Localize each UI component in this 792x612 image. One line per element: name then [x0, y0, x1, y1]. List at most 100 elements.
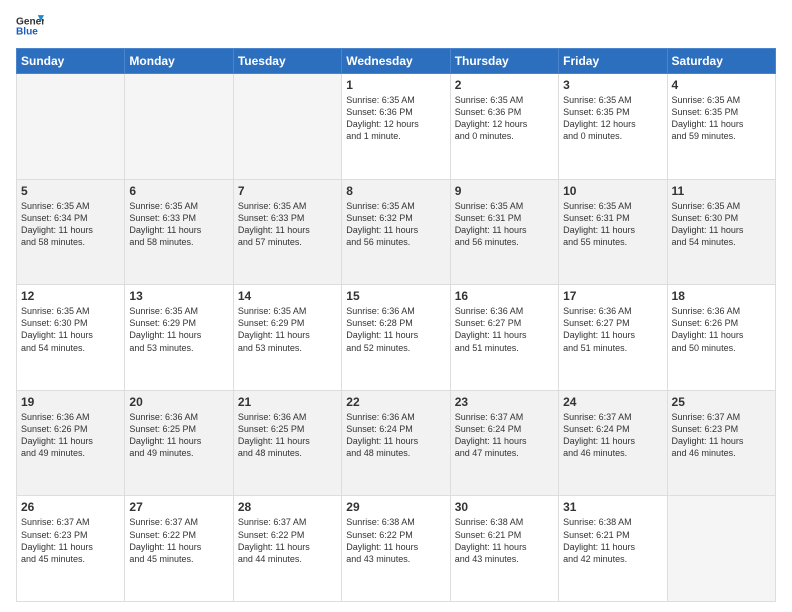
- day-info: Sunrise: 6:35 AM Sunset: 6:35 PM Dayligh…: [563, 94, 662, 143]
- day-number: 4: [672, 78, 771, 92]
- day-number: 27: [129, 500, 228, 514]
- day-number: 7: [238, 184, 337, 198]
- calendar-cell: [233, 74, 341, 180]
- day-number: 2: [455, 78, 554, 92]
- day-number: 25: [672, 395, 771, 409]
- weekday-header-sunday: Sunday: [17, 49, 125, 74]
- calendar-cell: 28Sunrise: 6:37 AM Sunset: 6:22 PM Dayli…: [233, 496, 341, 602]
- calendar-cell: 4 Sunrise: 6:35 AM Sunset: 6:35 PM Daylig…: [667, 74, 775, 180]
- day-info: Sunrise: 6:36 AM Sunset: 6:26 PM Dayligh…: [21, 411, 120, 460]
- calendar-cell: 10 Sunrise: 6:35 AM Sunset: 6:31 PM Dayli…: [559, 179, 667, 285]
- day-info: Sunrise: 6:37 AM Sunset: 6:22 PM Dayligh…: [129, 516, 228, 565]
- day-info: Sunrise: 6:37 AM Sunset: 6:24 PM Dayligh…: [455, 411, 554, 460]
- logo: General Blue: [16, 12, 44, 40]
- calendar-cell: 14 Sunrise: 6:35 AM Sunset: 6:29 PM Dayli…: [233, 285, 341, 391]
- calendar-cell: 20Sunrise: 6:36 AM Sunset: 6:25 PM Dayli…: [125, 390, 233, 496]
- calendar-cell: 29Sunrise: 6:38 AM Sunset: 6:22 PM Dayli…: [342, 496, 450, 602]
- calendar-cell: 1Sunrise: 6:35 AM Sunset: 6:36 PM Daylig…: [342, 74, 450, 180]
- svg-text:Blue: Blue: [16, 27, 38, 38]
- day-number: 23: [455, 395, 554, 409]
- day-number: 22: [346, 395, 445, 409]
- day-number: 16: [455, 289, 554, 303]
- day-info: Sunrise: 6:35 AM Sunset: 6:35 PM Dayligh…: [672, 94, 771, 143]
- day-info: Sunrise: 6:38 AM Sunset: 6:22 PM Dayligh…: [346, 516, 445, 565]
- page: General Blue SundayMondayTuesdayWednesda…: [0, 0, 792, 612]
- day-info: Sunrise: 6:37 AM Sunset: 6:23 PM Dayligh…: [672, 411, 771, 460]
- day-info: Sunrise: 6:36 AM Sunset: 6:27 PM Dayligh…: [563, 305, 662, 354]
- day-number: 30: [455, 500, 554, 514]
- weekday-header-row: SundayMondayTuesdayWednesdayThursdayFrid…: [17, 49, 776, 74]
- day-info: Sunrise: 6:35 AM Sunset: 6:33 PM Dayligh…: [129, 200, 228, 249]
- day-number: 11: [672, 184, 771, 198]
- week-row-4: 19 Sunrise: 6:36 AM Sunset: 6:26 PM Dayli…: [17, 390, 776, 496]
- weekday-header-tuesday: Tuesday: [233, 49, 341, 74]
- calendar-cell: 11 Sunrise: 6:35 AM Sunset: 6:30 PM Dayli…: [667, 179, 775, 285]
- week-row-3: 12 Sunrise: 6:35 AM Sunset: 6:30 PM Dayli…: [17, 285, 776, 391]
- day-number: 26: [21, 500, 120, 514]
- day-number: 18: [672, 289, 771, 303]
- logo-icon: General Blue: [16, 12, 44, 40]
- day-info: Sunrise: 6:35 AM Sunset: 6:29 PM Dayligh…: [238, 305, 337, 354]
- day-info: Sunrise: 6:35 AM Sunset: 6:31 PM Dayligh…: [563, 200, 662, 249]
- day-info: Sunrise: 6:38 AM Sunset: 6:21 PM Dayligh…: [563, 516, 662, 565]
- day-number: 6: [129, 184, 228, 198]
- day-number: 3: [563, 78, 662, 92]
- day-number: 9: [455, 184, 554, 198]
- week-row-2: 5Sunrise: 6:35 AM Sunset: 6:34 PM Daylig…: [17, 179, 776, 285]
- day-number: 15: [346, 289, 445, 303]
- day-info: Sunrise: 6:38 AM Sunset: 6:21 PM Dayligh…: [455, 516, 554, 565]
- day-info: Sunrise: 6:36 AM Sunset: 6:25 PM Dayligh…: [129, 411, 228, 460]
- day-info: Sunrise: 6:36 AM Sunset: 6:24 PM Dayligh…: [346, 411, 445, 460]
- calendar-cell: [667, 496, 775, 602]
- calendar-cell: 13 Sunrise: 6:35 AM Sunset: 6:29 PM Dayli…: [125, 285, 233, 391]
- calendar-cell: 7Sunrise: 6:35 AM Sunset: 6:33 PM Daylig…: [233, 179, 341, 285]
- day-info: Sunrise: 6:35 AM Sunset: 6:30 PM Dayligh…: [21, 305, 120, 354]
- day-info: Sunrise: 6:37 AM Sunset: 6:22 PM Dayligh…: [238, 516, 337, 565]
- header: General Blue: [16, 12, 776, 40]
- calendar-cell: 26 Sunrise: 6:37 AM Sunset: 6:23 PM Dayli…: [17, 496, 125, 602]
- calendar-cell: 24 Sunrise: 6:37 AM Sunset: 6:24 PM Dayli…: [559, 390, 667, 496]
- day-info: Sunrise: 6:36 AM Sunset: 6:25 PM Dayligh…: [238, 411, 337, 460]
- calendar-cell: 23 Sunrise: 6:37 AM Sunset: 6:24 PM Dayli…: [450, 390, 558, 496]
- day-number: 8: [346, 184, 445, 198]
- day-info: Sunrise: 6:35 AM Sunset: 6:29 PM Dayligh…: [129, 305, 228, 354]
- calendar-cell: 27 Sunrise: 6:37 AM Sunset: 6:22 PM Dayli…: [125, 496, 233, 602]
- calendar-cell: 30 Sunrise: 6:38 AM Sunset: 6:21 PM Dayli…: [450, 496, 558, 602]
- weekday-header-friday: Friday: [559, 49, 667, 74]
- day-info: Sunrise: 6:36 AM Sunset: 6:28 PM Dayligh…: [346, 305, 445, 354]
- day-number: 12: [21, 289, 120, 303]
- calendar-cell: 19 Sunrise: 6:36 AM Sunset: 6:26 PM Dayli…: [17, 390, 125, 496]
- day-number: 13: [129, 289, 228, 303]
- weekday-header-wednesday: Wednesday: [342, 49, 450, 74]
- weekday-header-monday: Monday: [125, 49, 233, 74]
- calendar-cell: 9 Sunrise: 6:35 AM Sunset: 6:31 PM Daylig…: [450, 179, 558, 285]
- day-info: Sunrise: 6:36 AM Sunset: 6:27 PM Dayligh…: [455, 305, 554, 354]
- calendar-cell: 18Sunrise: 6:36 AM Sunset: 6:26 PM Dayli…: [667, 285, 775, 391]
- day-number: 1: [346, 78, 445, 92]
- calendar-cell: 25 Sunrise: 6:37 AM Sunset: 6:23 PM Dayli…: [667, 390, 775, 496]
- day-info: Sunrise: 6:35 AM Sunset: 6:30 PM Dayligh…: [672, 200, 771, 249]
- day-info: Sunrise: 6:35 AM Sunset: 6:32 PM Dayligh…: [346, 200, 445, 249]
- day-number: 10: [563, 184, 662, 198]
- calendar-cell: 31 Sunrise: 6:38 AM Sunset: 6:21 PM Dayli…: [559, 496, 667, 602]
- calendar-cell: 22 Sunrise: 6:36 AM Sunset: 6:24 PM Dayli…: [342, 390, 450, 496]
- calendar-cell: 2Sunrise: 6:35 AM Sunset: 6:36 PM Daylig…: [450, 74, 558, 180]
- calendar-cell: 17 Sunrise: 6:36 AM Sunset: 6:27 PM Dayli…: [559, 285, 667, 391]
- calendar-cell: 5Sunrise: 6:35 AM Sunset: 6:34 PM Daylig…: [17, 179, 125, 285]
- day-number: 14: [238, 289, 337, 303]
- day-number: 19: [21, 395, 120, 409]
- day-info: Sunrise: 6:37 AM Sunset: 6:24 PM Dayligh…: [563, 411, 662, 460]
- calendar-cell: 3 Sunrise: 6:35 AM Sunset: 6:35 PM Daylig…: [559, 74, 667, 180]
- day-info: Sunrise: 6:37 AM Sunset: 6:23 PM Dayligh…: [21, 516, 120, 565]
- day-number: 24: [563, 395, 662, 409]
- day-number: 21: [238, 395, 337, 409]
- calendar-cell: 12 Sunrise: 6:35 AM Sunset: 6:30 PM Dayli…: [17, 285, 125, 391]
- calendar-cell: 16 Sunrise: 6:36 AM Sunset: 6:27 PM Dayli…: [450, 285, 558, 391]
- day-number: 31: [563, 500, 662, 514]
- calendar-cell: 15 Sunrise: 6:36 AM Sunset: 6:28 PM Dayli…: [342, 285, 450, 391]
- weekday-header-thursday: Thursday: [450, 49, 558, 74]
- day-number: 17: [563, 289, 662, 303]
- week-row-1: 1Sunrise: 6:35 AM Sunset: 6:36 PM Daylig…: [17, 74, 776, 180]
- day-info: Sunrise: 6:35 AM Sunset: 6:31 PM Dayligh…: [455, 200, 554, 249]
- day-info: Sunrise: 6:35 AM Sunset: 6:34 PM Dayligh…: [21, 200, 120, 249]
